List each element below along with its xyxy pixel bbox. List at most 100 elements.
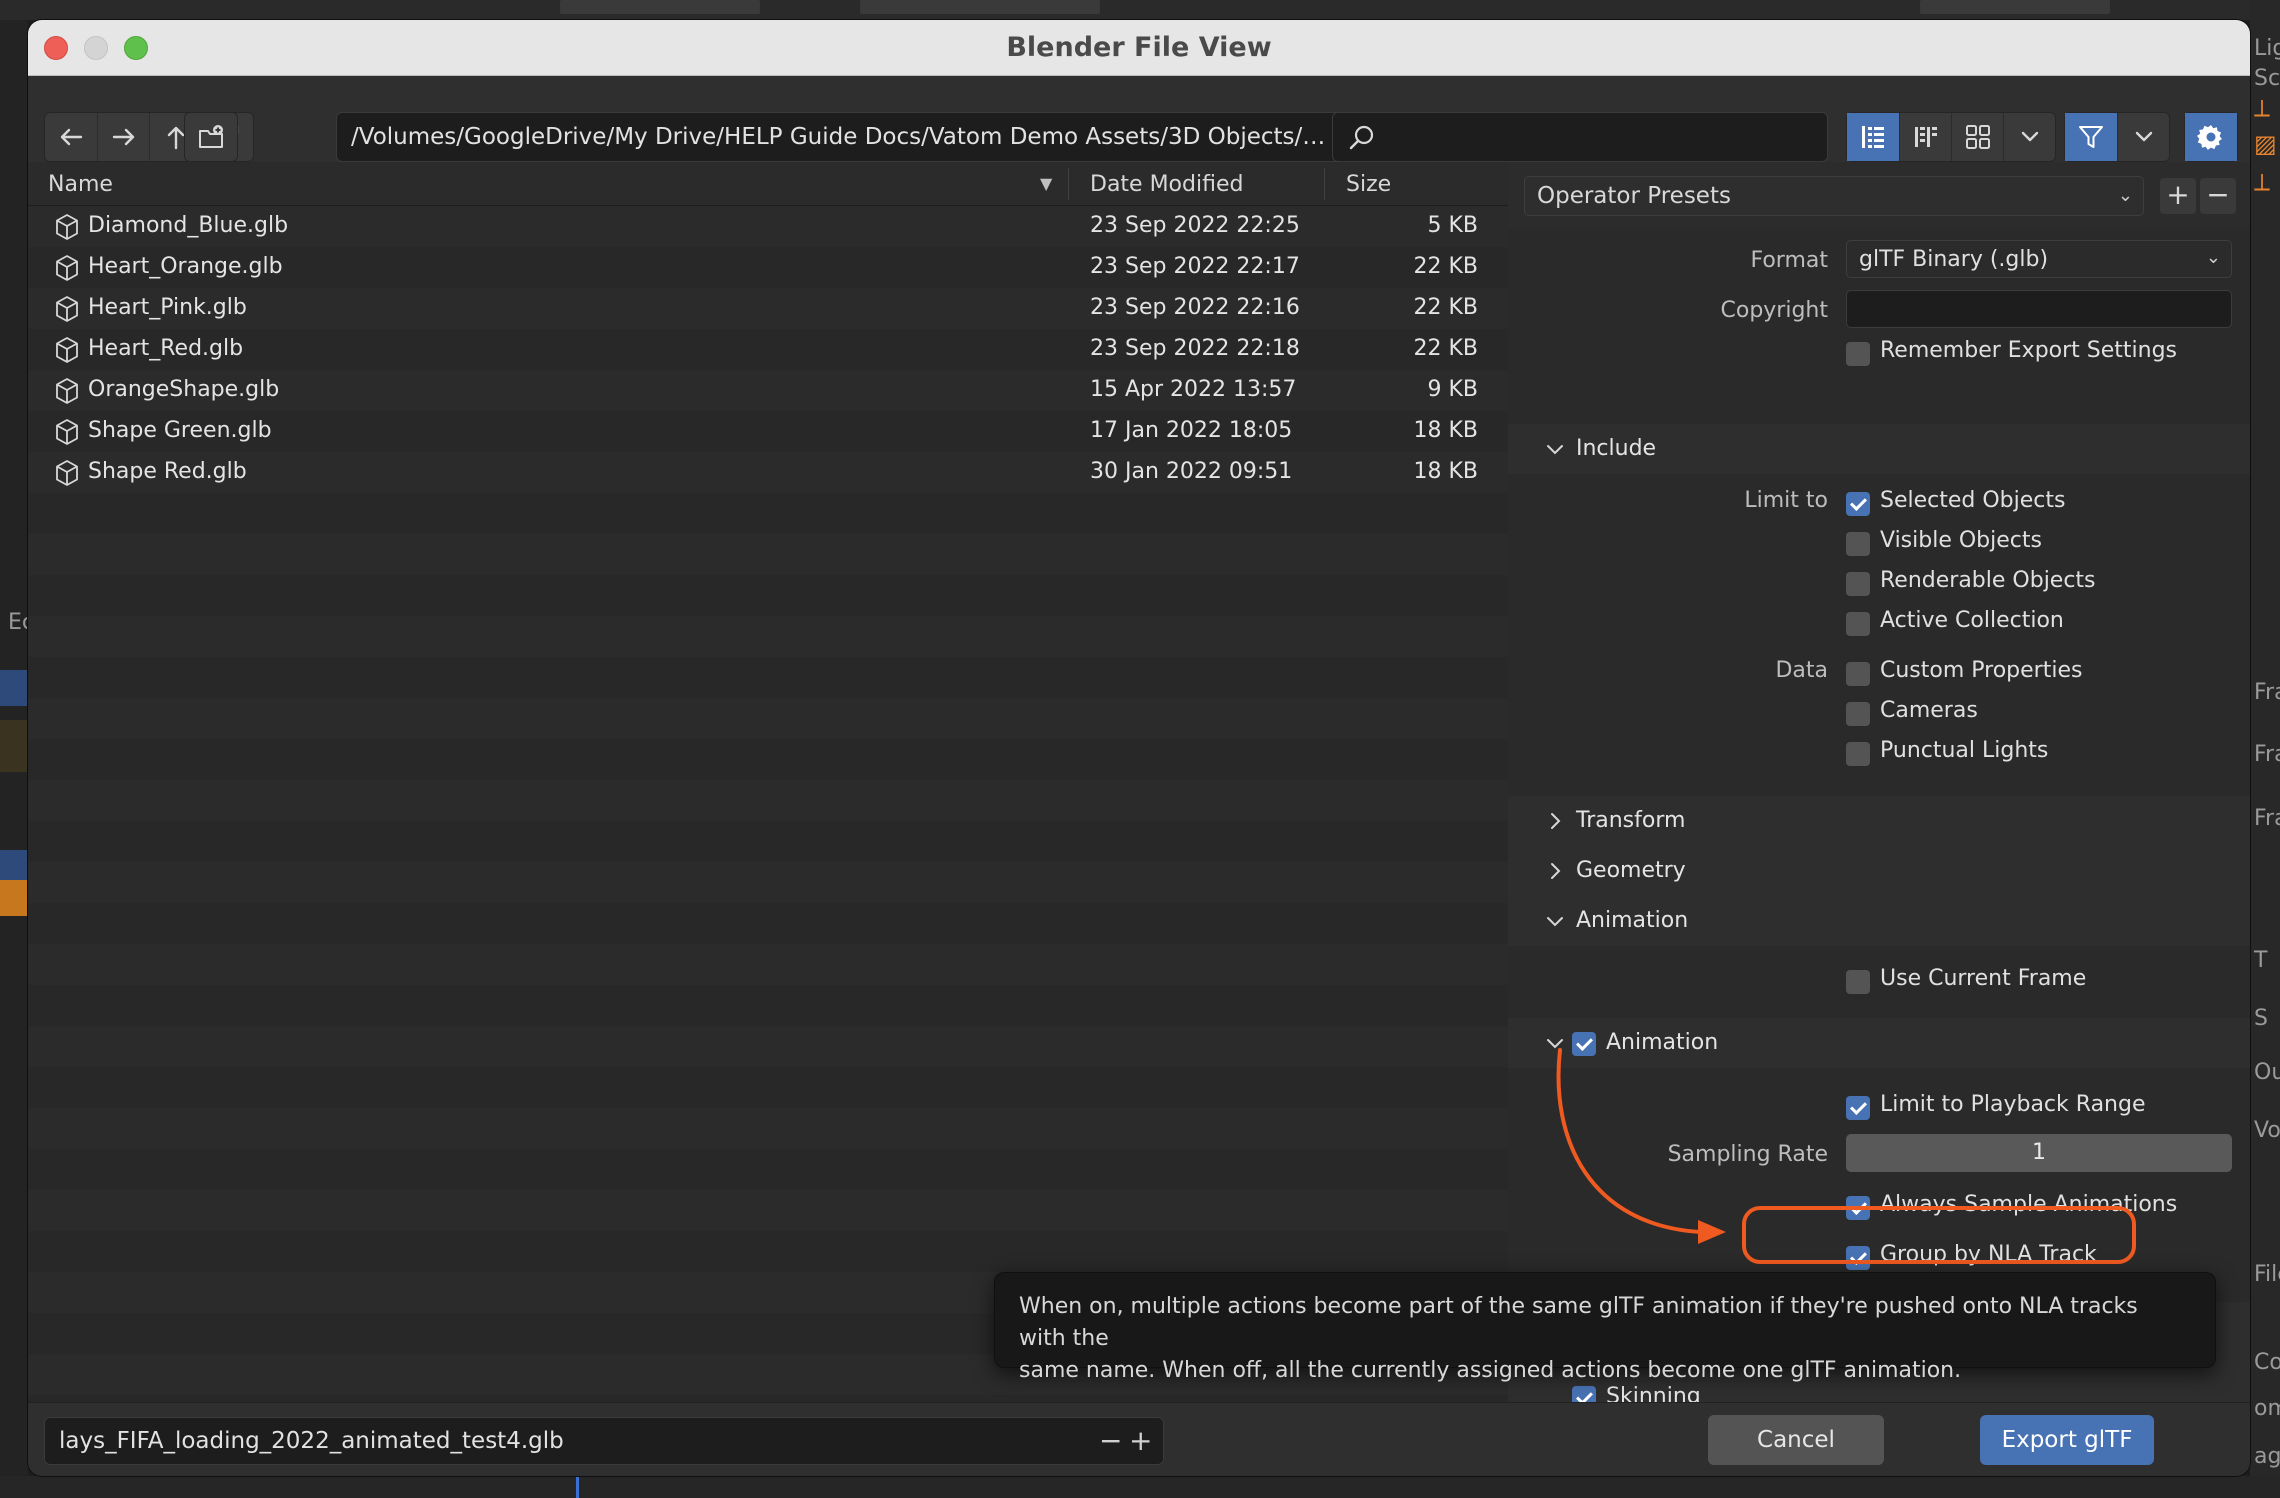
file-row[interactable]: Heart_Red.glb 23 Sep 2022 22:18 22 KB: [28, 329, 1508, 370]
cancel-button[interactable]: Cancel: [1708, 1415, 1884, 1465]
data-label: Data: [1775, 658, 1828, 683]
renderable-objects-checkbox[interactable]: [1846, 572, 1870, 596]
empty-row: [28, 1395, 1508, 1402]
skinning-checkbox[interactable]: [1572, 1386, 1596, 1402]
copyright-input[interactable]: [1846, 290, 2232, 328]
back-button[interactable]: [45, 113, 97, 161]
column-separator: [1068, 168, 1069, 200]
empty-row: [28, 575, 1508, 616]
empty-row: [28, 780, 1508, 821]
background-block: [0, 670, 28, 706]
background-strip: [1920, 0, 2110, 14]
background-divider: [576, 1476, 579, 1498]
file-row[interactable]: Shape Red.glb 30 Jan 2022 09:51 18 KB: [28, 452, 1508, 493]
file-row[interactable]: Heart_Orange.glb 23 Sep 2022 22:17 22 KB: [28, 247, 1508, 288]
file-size: 18 KB: [1413, 459, 1478, 484]
animation-header-label: Animation: [1576, 908, 1689, 933]
background-text: T: [2254, 948, 2268, 973]
selected-objects-label[interactable]: Selected Objects: [1880, 488, 2065, 513]
new-folder-icon: [199, 125, 223, 148]
active-collection-checkbox[interactable]: [1846, 612, 1870, 636]
column-name-header[interactable]: Name: [48, 172, 113, 197]
object-file-icon: [56, 214, 78, 240]
sort-descending-icon[interactable]: ▼: [1040, 174, 1052, 193]
active-collection-label[interactable]: Active Collection: [1880, 608, 2064, 633]
image-icon: ▨: [2254, 130, 2277, 158]
thumbnails-button[interactable]: [1951, 113, 2003, 161]
display-mode-group: [1846, 112, 2056, 162]
decrement-filename-button[interactable]: −: [1099, 1418, 1122, 1464]
display-options-dropdown[interactable]: [2003, 113, 2055, 161]
selected-objects-checkbox[interactable]: [1846, 492, 1870, 516]
remember-export-settings-label[interactable]: Remember Export Settings: [1880, 338, 2177, 363]
include-header-label: Include: [1576, 436, 1657, 461]
renderable-objects-label[interactable]: Renderable Objects: [1880, 568, 2096, 593]
search-input[interactable]: [1332, 112, 1828, 162]
settings-button[interactable]: [2185, 113, 2237, 161]
chevron-down-icon: [1547, 917, 1563, 927]
punctual-lights-checkbox[interactable]: [1846, 742, 1870, 766]
horizontal-list-button[interactable]: [1899, 113, 1951, 161]
background-left-panel: Ec: [0, 20, 34, 1498]
empty-row: [28, 739, 1508, 780]
vertical-list-button[interactable]: [1847, 113, 1899, 161]
format-dropdown[interactable]: glTF Binary (.glb) ⌄: [1846, 240, 2232, 278]
remember-export-settings-checkbox[interactable]: [1846, 342, 1870, 366]
empty-row: [28, 698, 1508, 739]
new-folder-group: [184, 112, 238, 162]
file-row[interactable]: OrangeShape.glb 15 Apr 2022 13:57 9 KB: [28, 370, 1508, 411]
transform-section-header[interactable]: Transform: [1508, 796, 2250, 846]
sampling-rate-field[interactable]: 1: [1846, 1134, 2232, 1172]
custom-properties-checkbox[interactable]: [1846, 662, 1870, 686]
cameras-checkbox[interactable]: [1846, 702, 1870, 726]
filter-options-dropdown[interactable]: [2117, 113, 2169, 161]
animation-section-header[interactable]: Animation: [1508, 896, 2250, 946]
object-file-icon: [56, 460, 78, 486]
object-file-icon: [56, 255, 78, 281]
file-name: Shape Red.glb: [88, 459, 247, 484]
column-size-header[interactable]: Size: [1346, 172, 1391, 197]
include-section-header[interactable]: Include: [1508, 424, 2250, 474]
geometry-section-header[interactable]: Geometry: [1508, 846, 2250, 896]
tooltip-line-2: same name. When off, all the currently a…: [1019, 1358, 1962, 1383]
cameras-label[interactable]: Cameras: [1880, 698, 1978, 723]
add-preset-button[interactable]: +: [2160, 178, 2196, 214]
filter-toggle-button[interactable]: [2065, 113, 2117, 161]
column-date-header[interactable]: Date Modified: [1090, 172, 1243, 197]
background-text: age: [2254, 1444, 2280, 1469]
file-size: 22 KB: [1413, 254, 1478, 279]
grid-icon: [1965, 125, 1990, 149]
directory-path-input[interactable]: /Volumes/GoogleDrive/My Drive/HELP Guide…: [336, 112, 1342, 162]
operator-presets-dropdown[interactable]: Operator Presets ⌄: [1524, 176, 2144, 216]
file-row[interactable]: Heart_Pink.glb 23 Sep 2022 22:16 22 KB: [28, 288, 1508, 329]
filter-icon: [2079, 126, 2103, 148]
use-current-frame-label[interactable]: Use Current Frame: [1880, 966, 2086, 991]
empty-row: [28, 534, 1508, 575]
limit-playback-range-checkbox[interactable]: [1846, 1096, 1870, 1120]
increment-filename-button[interactable]: +: [1129, 1418, 1152, 1464]
visible-objects-checkbox[interactable]: [1846, 532, 1870, 556]
export-gltf-button[interactable]: Export glTF 2.0: [1980, 1415, 2154, 1465]
visible-objects-label[interactable]: Visible Objects: [1880, 528, 2042, 553]
bottom-bar: lays_FIFA_loading_2022_animated_test4.gl…: [28, 1402, 2250, 1476]
new-folder-button[interactable]: [185, 113, 237, 161]
filename-input[interactable]: lays_FIFA_loading_2022_animated_test4.gl…: [44, 1417, 1164, 1465]
file-row[interactable]: Diamond_Blue.glb 23 Sep 2022 22:25 5 KB: [28, 206, 1508, 247]
background-text: Fra: [2254, 680, 2280, 705]
forward-button[interactable]: [97, 113, 149, 161]
custom-properties-label[interactable]: Custom Properties: [1880, 658, 2082, 683]
file-name: Heart_Pink.glb: [88, 295, 247, 320]
chevron-down-icon: [1547, 445, 1563, 455]
empty-row: [28, 1190, 1508, 1231]
gear-icon: [2197, 125, 2222, 150]
punctual-lights-label[interactable]: Punctual Lights: [1880, 738, 2048, 763]
remove-preset-button[interactable]: −: [2200, 178, 2236, 214]
use-current-frame-checkbox[interactable]: [1846, 970, 1870, 994]
file-row[interactable]: Shape Green.glb 17 Jan 2022 18:05 18 KB: [28, 411, 1508, 452]
filename-value: lays_FIFA_loading_2022_animated_test4.gl…: [59, 1428, 564, 1454]
limit-playback-range-label[interactable]: Limit to Playback Range: [1880, 1092, 2146, 1117]
file-size: 22 KB: [1413, 336, 1478, 361]
empty-row: [28, 944, 1508, 985]
empty-row: [28, 821, 1508, 862]
filter-group: [2064, 112, 2170, 162]
